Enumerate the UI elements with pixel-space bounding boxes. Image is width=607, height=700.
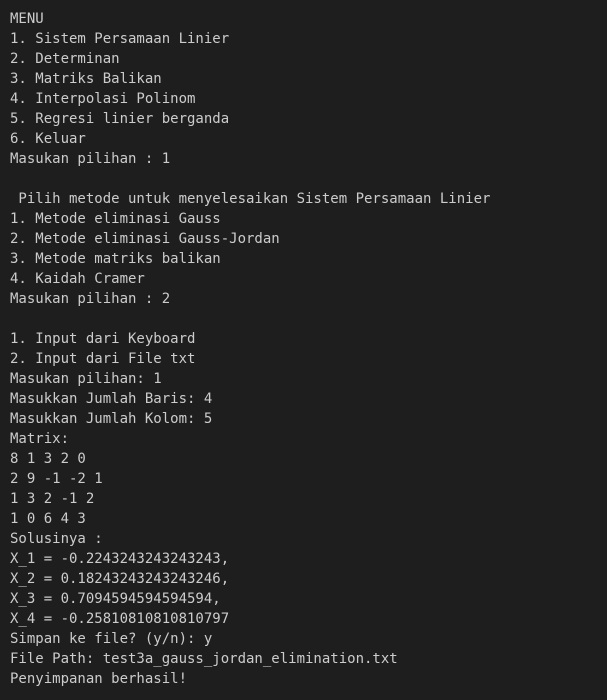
input-option-1: 1. Input dari Keyboard — [10, 331, 196, 347]
menu-choice-prompt: Masukan pilihan : 1 — [10, 151, 171, 167]
matrix-row: 1 3 2 -1 2 — [10, 491, 95, 507]
solution-value: X_4 = -0.25810810810810797 — [10, 611, 230, 627]
method-choice-prompt: Masukan pilihan : 2 — [10, 291, 171, 307]
method-menu-title: Pilih metode untuk menyelesaikan Sistem … — [10, 191, 491, 207]
matrix-row: 8 1 3 2 0 — [10, 451, 86, 467]
method-option-4: 4. Kaidah Cramer — [10, 271, 145, 287]
menu-option-5: 5. Regresi linier berganda — [10, 111, 230, 127]
menu-option-1: 1. Sistem Persamaan Linier — [10, 31, 230, 47]
menu-option-2: 2. Determinan — [10, 51, 120, 67]
input-choice-prompt: Masukan pilihan: 1 — [10, 371, 162, 387]
rows-prompt: Masukkan Jumlah Baris: 4 — [10, 391, 213, 407]
save-status: Penyimpanan berhasil! — [10, 671, 188, 687]
save-prompt: Simpan ke file? (y/n): y — [10, 631, 213, 647]
solution-value: X_2 = 0.18243243243243246, — [10, 571, 230, 587]
solution-label: Solusinya : — [10, 531, 103, 547]
input-option-2: 2. Input dari File txt — [10, 351, 196, 367]
solution-value: X_3 = 0.7094594594594594, — [10, 591, 221, 607]
menu-title: MENU — [10, 11, 44, 27]
matrix-label: Matrix: — [10, 431, 70, 447]
matrix-row: 1 0 6 4 3 — [10, 511, 86, 527]
menu-option-3: 3. Matriks Balikan — [10, 71, 162, 87]
terminal-output[interactable]: MENU 1. Sistem Persamaan Linier 2. Deter… — [0, 0, 607, 700]
solution-value: X_1 = -0.2243243243243243, — [10, 551, 230, 567]
method-option-2: 2. Metode eliminasi Gauss-Jordan — [10, 231, 280, 247]
menu-option-4: 4. Interpolasi Polinom — [10, 91, 196, 107]
file-path-prompt: File Path: test3a_gauss_jordan_eliminati… — [10, 651, 398, 667]
menu-option-6: 6. Keluar — [10, 131, 86, 147]
columns-prompt: Masukkan Jumlah Kolom: 5 — [10, 411, 213, 427]
method-option-3: 3. Metode matriks balikan — [10, 251, 221, 267]
matrix-row: 2 9 -1 -2 1 — [10, 471, 103, 487]
method-option-1: 1. Metode eliminasi Gauss — [10, 211, 221, 227]
